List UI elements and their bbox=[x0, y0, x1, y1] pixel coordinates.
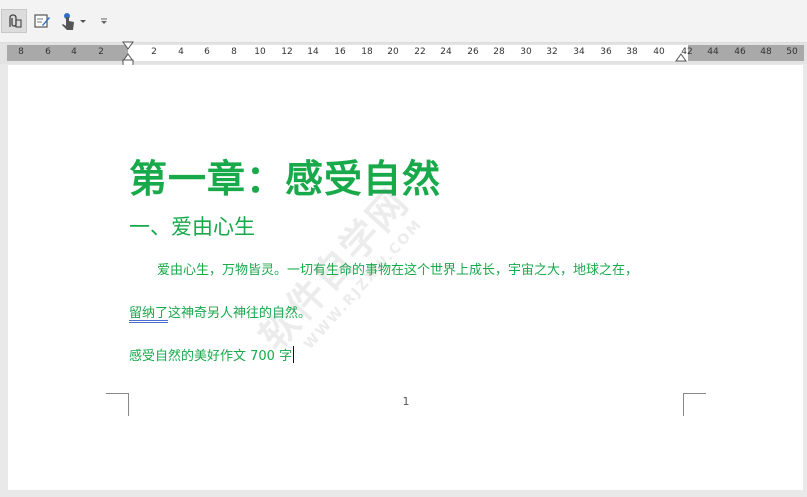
attach-button[interactable] bbox=[1, 9, 27, 33]
ruler-number: 34 bbox=[573, 47, 585, 57]
ruler-number: 44 bbox=[707, 47, 719, 57]
ruler-number: 40 bbox=[653, 47, 665, 57]
customize-toolbar-icon bbox=[101, 18, 107, 24]
ruler-number: 28 bbox=[493, 47, 505, 57]
ruler-number: 24 bbox=[440, 47, 452, 57]
ruler-number: 4 bbox=[71, 47, 77, 57]
ruler-number: 10 bbox=[254, 47, 266, 57]
paragraph-1[interactable]: 爱由心生，万物皆灵。一切有生命的事物在这个世界上成长，宇宙之大，地球之在， bbox=[157, 259, 638, 278]
edit-form-icon bbox=[34, 14, 50, 28]
ruler-number: 18 bbox=[361, 47, 373, 57]
ruler-number: 8 bbox=[231, 47, 237, 57]
touch-mode-dropdown[interactable] bbox=[78, 9, 88, 33]
ruler-number: 12 bbox=[281, 47, 293, 57]
page-number: 1 bbox=[402, 395, 410, 408]
ruler-number: 50 bbox=[786, 47, 798, 57]
attach-icon bbox=[9, 14, 22, 28]
ruler-number: 8 bbox=[18, 47, 24, 57]
ruler-number: 14 bbox=[307, 47, 319, 57]
ruler-number: 46 bbox=[734, 47, 746, 57]
paragraph-3-text: 感受自然的美好作文 700 字 bbox=[129, 349, 293, 364]
ruler-number: 32 bbox=[546, 47, 558, 57]
ruler-number: 2 bbox=[151, 47, 157, 57]
ruler-number: 22 bbox=[414, 47, 426, 57]
ruler-number: 30 bbox=[520, 47, 532, 57]
ruler-number: 36 bbox=[600, 47, 612, 57]
ruler-number: 38 bbox=[626, 47, 638, 57]
document-heading[interactable]: 一、爱由心生 bbox=[129, 211, 255, 241]
horizontal-ruler[interactable]: 8 6 4 2 2 4 6 8 10 12 14 16 18 20 22 24 … bbox=[7, 41, 804, 68]
dropdown-arrow-icon bbox=[80, 20, 86, 23]
edit-form-button[interactable] bbox=[32, 9, 52, 33]
margin-corner-left bbox=[106, 393, 129, 416]
document-page[interactable]: 第一章：感受自然 一、爱由心生 爱由心生，万物皆灵。一切有生命的事物在这个世界上… bbox=[8, 65, 803, 490]
margin-corner-right bbox=[683, 393, 706, 416]
ruler-number: 6 bbox=[45, 47, 51, 57]
first-line-indent-marker[interactable] bbox=[122, 41, 134, 50]
ruler-number: 6 bbox=[204, 47, 210, 57]
ruler-number: 48 bbox=[760, 47, 772, 57]
misspelled-word[interactable]: 留纳了 bbox=[129, 306, 168, 321]
paragraph-3[interactable]: 感受自然的美好作文 700 字 bbox=[129, 345, 295, 364]
touch-mode-icon bbox=[62, 13, 74, 30]
ruler-number: 2 bbox=[98, 47, 104, 57]
right-indent-marker[interactable] bbox=[675, 53, 687, 62]
ruler-number: 26 bbox=[467, 47, 479, 57]
ruler-number: 20 bbox=[387, 47, 399, 57]
ruler-number: 16 bbox=[334, 47, 346, 57]
quick-access-toolbar bbox=[0, 0, 807, 43]
customize-toolbar-button[interactable] bbox=[98, 9, 110, 33]
ruler-number: 4 bbox=[178, 47, 184, 57]
touch-mode-button[interactable] bbox=[58, 9, 78, 33]
